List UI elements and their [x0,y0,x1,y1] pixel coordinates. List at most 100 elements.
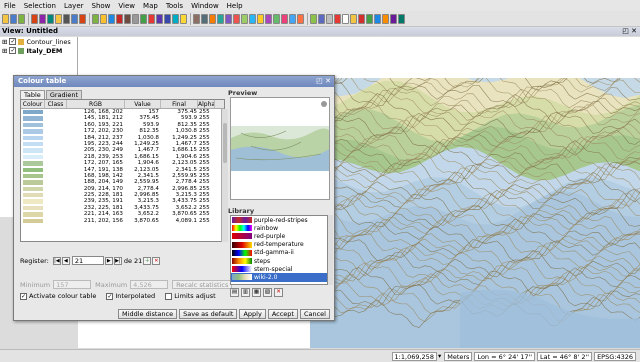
menu-file[interactable]: File [0,2,20,10]
expand-icon[interactable]: ⊞ [2,38,7,46]
alpha-cell[interactable]: 255 [198,218,215,224]
limits-checkbox[interactable] [165,292,173,300]
colour-swatch[interactable] [21,218,45,224]
prev-icon[interactable]: ◀ [61,256,70,265]
layer-checkbox[interactable]: ✓ [9,38,17,45]
apply-button[interactable]: Apply [239,309,266,319]
expand-icon[interactable]: ⊞ [2,47,7,55]
menu-map[interactable]: Map [139,2,162,10]
view-window-controls[interactable]: ◰ ✕ [622,27,637,36]
recalc-statistics-button[interactable]: Recalc statistics [172,280,233,289]
library-delete-icon[interactable]: ✕ [274,288,283,297]
toolbar-tool-icon[interactable] [39,13,46,24]
toolbar-tool-icon[interactable] [116,13,123,24]
toolbar-tool-icon[interactable] [297,13,304,24]
toolbar-tool-icon[interactable] [63,13,70,24]
layer-checkbox[interactable]: ✓ [9,47,17,54]
value-cell[interactable]: 3,870.65 [125,218,161,224]
col-alpha[interactable]: Alpha [198,100,215,108]
dialog-title-bar[interactable]: Colour table ◰ ✕ [14,76,334,87]
toolbar-tool-icon[interactable] [281,13,288,24]
register-select[interactable]: 21 [71,256,104,265]
scrollbar-thumb[interactable] [223,123,227,163]
tab-gradient[interactable]: Gradient [45,90,83,99]
toolbar-tool-icon[interactable] [10,13,17,24]
map-render[interactable] [310,78,640,348]
toolbar-tool-icon[interactable] [233,13,240,24]
toolbar-tool-icon[interactable] [241,13,248,24]
menu-selection[interactable]: Selection [20,2,60,10]
library-import-icon[interactable]: ▦ [252,288,261,297]
toolbar-tool-icon[interactable] [132,13,139,24]
library-scrollbar[interactable] [328,215,333,285]
toc-layer-dem[interactable]: ⊞ ✓ Italy_DEM [0,46,77,55]
menu-window[interactable]: Window [187,2,223,10]
first-icon[interactable]: |◀ [52,256,61,265]
toolbar-tool-icon[interactable] [358,13,365,24]
toolbar-tool-icon[interactable] [257,13,264,24]
library-item[interactable]: red-temperature [231,241,327,249]
toolbar-tool-icon[interactable] [156,13,163,24]
library-new-icon[interactable]: ▤ [230,288,239,297]
menu-help[interactable]: Help [223,2,247,10]
menu-show[interactable]: Show [88,2,115,10]
library-item[interactable]: red-purple [231,232,327,240]
last-icon[interactable]: ▶| [113,256,122,265]
library-item[interactable]: wiki-2.0 [231,273,327,282]
limits-adjust-option[interactable]: Limits adjust [165,292,216,300]
toolbar-tool-icon[interactable] [55,13,62,24]
toolbar-tool-icon[interactable] [265,13,272,24]
toolbar-tool-icon[interactable] [92,13,99,24]
col-final[interactable]: Final [161,100,198,108]
toolbar-tool-icon[interactable] [289,13,296,24]
table-row[interactable]: 211, 202, 156 3,870.65 4,089.1 255 [21,218,224,224]
toolbar-tool-icon[interactable] [217,13,224,24]
library-edit-icon[interactable]: ▥ [241,288,250,297]
toolbar-tool-icon[interactable] [382,13,389,24]
toolbar-tool-icon[interactable] [318,13,325,24]
toolbar-tool-icon[interactable] [350,13,357,24]
toolbar-tool-icon[interactable] [225,13,232,24]
activate-colour-table-option[interactable]: ✓ Activate colour table [20,292,96,300]
tab-table[interactable]: Table [20,90,45,99]
toolbar-tool-icon[interactable] [366,13,373,24]
toolbar-tool-icon[interactable] [100,13,107,24]
toolbar-tool-icon[interactable] [172,13,179,24]
toolbar-tool-icon[interactable] [342,13,349,24]
cancel-button[interactable]: Cancel [299,309,330,319]
menu-tools[interactable]: Tools [162,2,187,10]
col-value[interactable]: Value [125,100,161,108]
save-default-button[interactable]: Save as default [179,309,238,319]
library-item[interactable]: stern-special [231,265,327,273]
units-dropdown-icon[interactable]: ▾ [438,352,441,360]
add-row-icon[interactable]: ＋ [143,256,152,265]
toolbar-tool-icon[interactable] [18,13,25,24]
activate-checkbox[interactable]: ✓ [20,292,27,300]
interpolated-option[interactable]: ✓ Interpolated [106,292,155,300]
toolbar-tool-icon[interactable] [249,13,256,24]
toolbar-tool-icon[interactable] [31,13,38,24]
delete-row-icon[interactable]: ✕ [152,256,161,265]
library-item[interactable]: rainbow [231,224,327,232]
dialog-window-controls[interactable]: ◰ ✕ [316,76,331,87]
table-scrollbar[interactable] [221,109,228,242]
toolbar-tool-icon[interactable] [390,13,397,24]
toolbar-tool-icon[interactable] [273,13,280,24]
toolbar-tool-icon[interactable] [108,13,115,24]
toolbar-tool-icon[interactable] [310,13,317,24]
maximum-field[interactable]: 4,526 [130,280,169,289]
toolbar-tool-icon[interactable] [47,13,54,24]
middle-distance-button[interactable]: Middle distance [118,309,178,319]
library-export-icon[interactable]: ▧ [263,288,272,297]
toolbar-tool-icon[interactable] [124,13,131,24]
menu-view[interactable]: View [114,2,139,10]
toolbar-tool-icon[interactable] [140,13,147,24]
minimum-field[interactable]: 157 [53,280,92,289]
toolbar-tool-icon[interactable] [193,13,200,24]
toolbar-tool-icon[interactable] [334,13,341,24]
next-icon[interactable]: ▶ [104,256,113,265]
toolbar-tool-icon[interactable] [201,13,208,24]
toolbar-tool-icon[interactable] [180,13,187,24]
toolbar-tool-icon[interactable] [2,13,9,24]
toolbar-tool-icon[interactable] [398,13,405,24]
